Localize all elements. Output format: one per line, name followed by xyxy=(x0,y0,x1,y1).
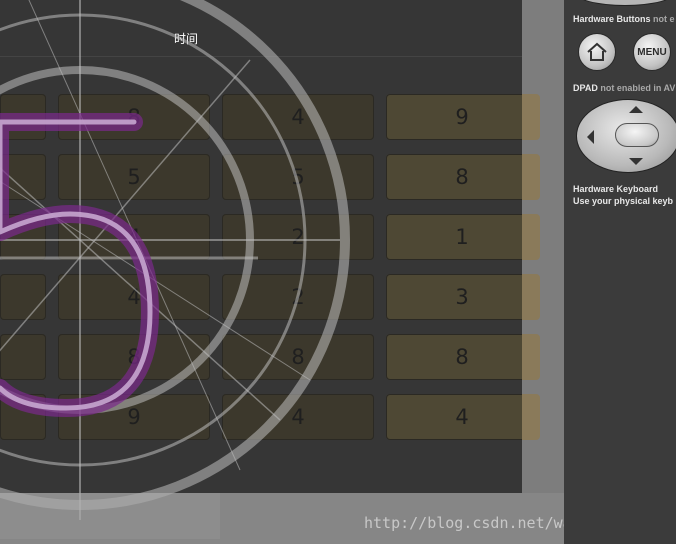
grid-cell-edge xyxy=(522,334,540,380)
grid-cell[interactable] xyxy=(0,274,46,320)
grid-cell[interactable]: 8 xyxy=(58,334,210,380)
grid-cell[interactable]: 8 xyxy=(386,154,522,200)
grid-cell[interactable]: 2 xyxy=(222,214,374,260)
dpad-down-icon[interactable] xyxy=(629,158,643,165)
menu-button-label: MENU xyxy=(637,46,667,58)
grid-cell[interactable] xyxy=(0,154,46,200)
grid-cell[interactable]: 4 xyxy=(222,394,374,440)
emulator-screen: 时间 8 4 9 5 5 8 4 2 1 4 2 3 8 8 8 9 4 4 xyxy=(0,0,522,493)
grid-cell[interactable]: 9 xyxy=(58,394,210,440)
grid-cell[interactable] xyxy=(0,334,46,380)
grid-cell-edge xyxy=(522,274,540,320)
grid-cell[interactable]: 5 xyxy=(222,154,374,200)
hardware-buttons-label: Hardware Buttons not e xyxy=(573,14,675,24)
grid-cell[interactable]: 1 xyxy=(386,214,522,260)
grid-cell[interactable] xyxy=(0,394,46,440)
grid-cell-edge xyxy=(522,94,540,140)
grid-cell[interactable]: 2 xyxy=(222,274,374,320)
grid-cell[interactable] xyxy=(0,214,46,260)
home-button[interactable] xyxy=(578,33,616,71)
dpad-left-icon[interactable] xyxy=(587,130,594,144)
grid-cell[interactable]: 5 xyxy=(58,154,210,200)
dpad-icon[interactable] xyxy=(576,99,676,173)
dpad-up-icon[interactable] xyxy=(629,106,643,113)
hardware-keyboard-title: Hardware Keyboard xyxy=(573,184,659,194)
grid-cell[interactable]: 4 xyxy=(58,274,210,320)
grid-cell[interactable]: 4 xyxy=(58,214,210,260)
emulator-control-panel: Hardware Buttons not e MENU DPAD not ena… xyxy=(564,0,676,544)
grid-cell[interactable]: 8 xyxy=(58,94,210,140)
grid-cell[interactable]: 3 xyxy=(386,274,522,320)
grid-cell-edge xyxy=(522,214,540,260)
grid-cell[interactable]: 4 xyxy=(222,94,374,140)
volume-button[interactable] xyxy=(574,0,676,6)
grid-cell[interactable]: 9 xyxy=(386,94,522,140)
dpad-center-button[interactable] xyxy=(615,123,659,147)
grid-cell-edge xyxy=(522,154,540,200)
hardware-keyboard-note: Use your physical keyb xyxy=(573,196,674,206)
grid-cell[interactable]: 8 xyxy=(386,334,522,380)
grid-cell-edge xyxy=(522,394,540,440)
grid-cell[interactable]: 4 xyxy=(386,394,522,440)
number-grid: 8 4 9 5 5 8 4 2 1 4 2 3 8 8 8 9 4 4 xyxy=(0,0,522,493)
menu-button[interactable]: MENU xyxy=(633,33,671,71)
home-icon xyxy=(587,42,607,61)
grid-cell[interactable]: 8 xyxy=(222,334,374,380)
grid-cell[interactable] xyxy=(0,94,46,140)
dpad-label: DPAD not enabled in AV xyxy=(573,83,676,93)
